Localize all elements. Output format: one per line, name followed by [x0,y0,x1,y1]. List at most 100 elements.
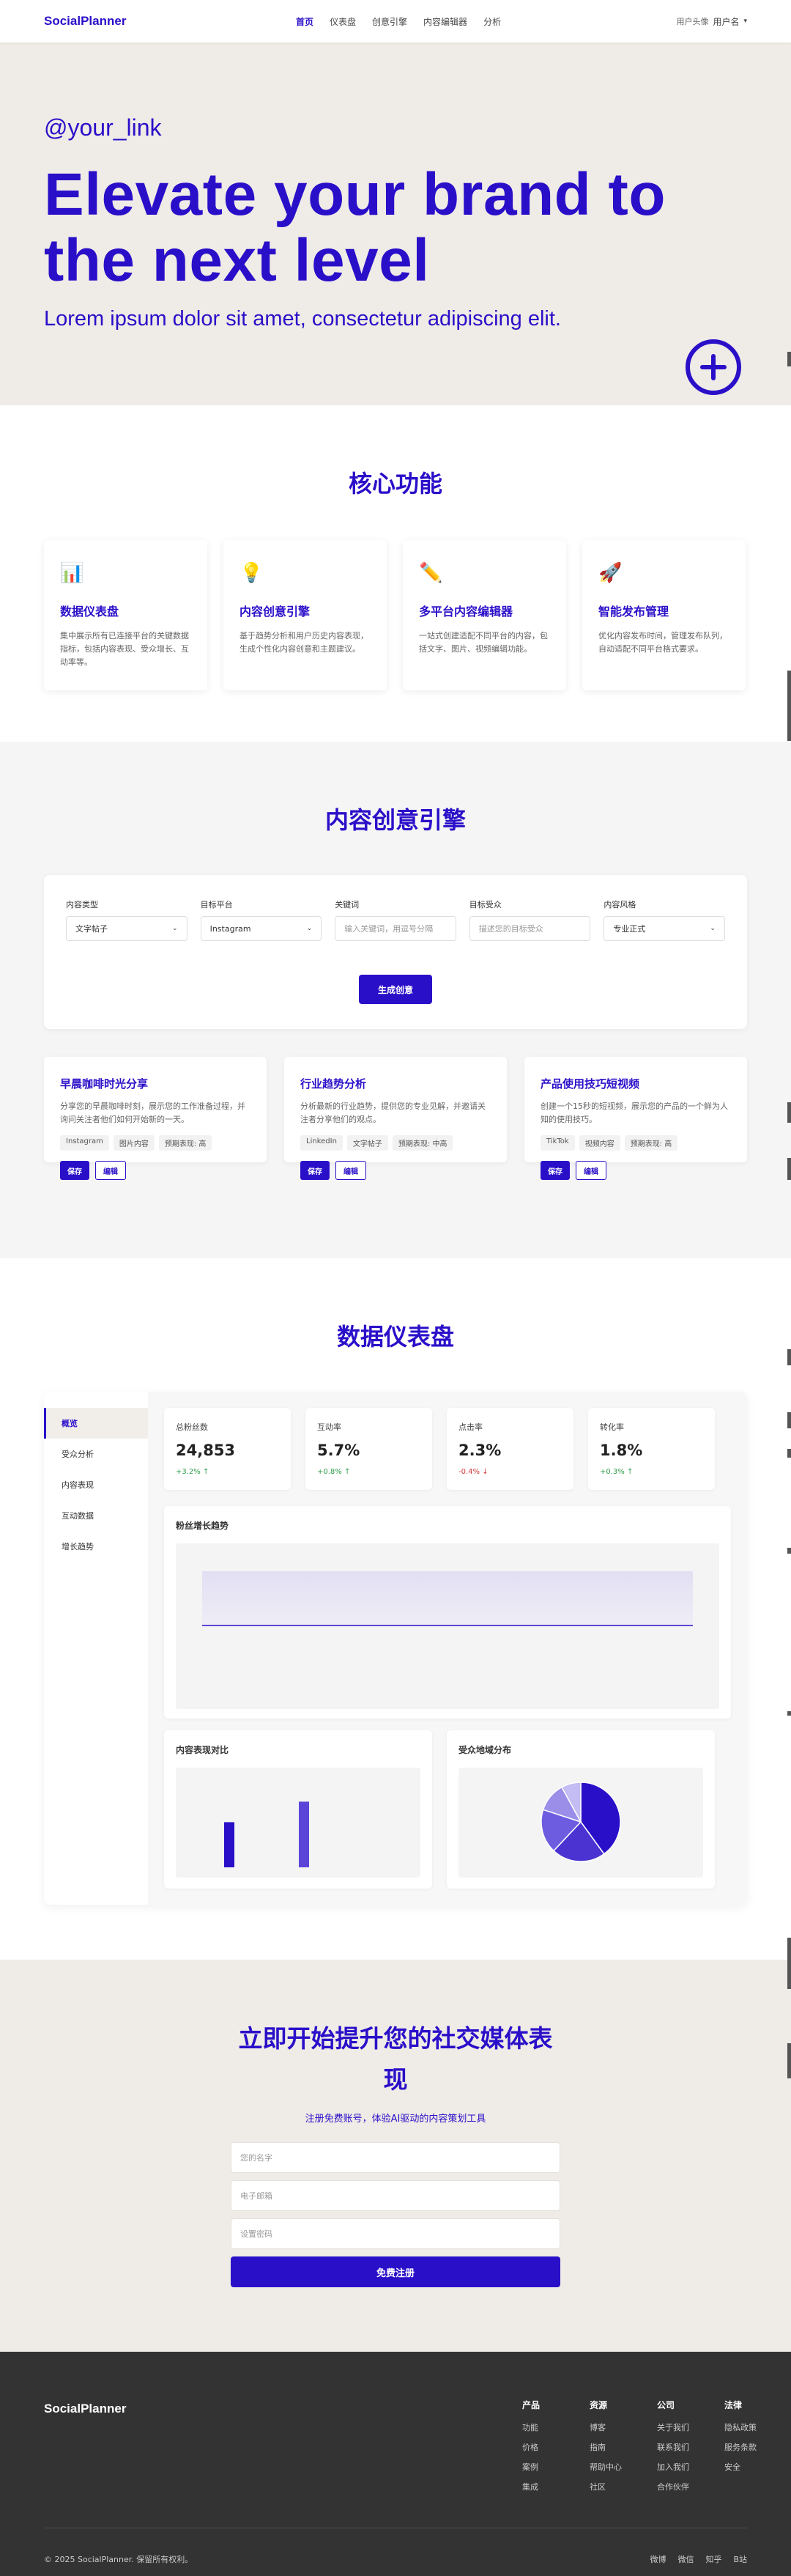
footer-link[interactable]: 帮助中心 [590,2461,657,2481]
logo[interactable]: SocialPlanner [44,14,126,29]
footer-col-product: 产品 功能 价格 案例 集成 [522,2399,590,2501]
footer-link[interactable]: 价格 [522,2441,590,2461]
save-button[interactable]: 保存 [541,1161,570,1180]
stat-value: 24,853 [176,1442,236,1459]
sidebar-item-content[interactable]: 内容表现 [44,1469,148,1500]
style-select[interactable]: 专业正式 ⌄ [604,916,725,941]
field-label: 关键词 [335,900,360,909]
edit-button[interactable]: 编辑 [576,1161,606,1180]
user-menu[interactable]: 用户头像 用户名 ▾ [676,0,747,43]
sidebar-item-audience[interactable]: 受众分析 [44,1439,148,1469]
footer-link[interactable]: 安全 [724,2461,791,2481]
scroll-mark [787,1938,791,1989]
audience-input[interactable]: 描述您的目标受众 [469,916,591,941]
content-type-field: 内容类型 文字帖子 ⌄ [66,898,187,941]
footer-link[interactable]: 隐私政策 [724,2421,791,2441]
tag: 预期表现: 高 [158,1135,212,1151]
keywords-input[interactable]: 输入关键词，用逗号分隔 [335,916,456,941]
nav-link-analytics[interactable]: 分析 [483,15,501,28]
footer-link[interactable]: 社区 [590,2481,657,2501]
edit-button[interactable]: 编辑 [95,1161,126,1180]
footer-link[interactable]: 服务条款 [724,2441,791,2461]
geo-chart-area [458,1768,703,1878]
chevron-down-icon: ⌄ [710,925,716,932]
footer-link[interactable]: 联系我们 [657,2441,724,2461]
geo-pie-chart [541,1782,621,1862]
field-label: 目标受众 [469,900,502,909]
features-grid: 📊 数据仪表盘 集中展示所有已连接平台的关键数据指标，包括内容表现、受众增长、互… [0,540,791,690]
nav-links: 首页 仪表盘 创意引擎 内容编辑器 分析 [296,0,501,43]
avatar[interactable]: 用户头像 [676,15,708,27]
chart-title: 内容表现对比 [176,1745,229,1755]
scroll-mark [787,352,791,366]
footer-link[interactable]: 指南 [590,2441,657,2461]
footer-link[interactable]: 案例 [522,2461,590,2481]
footer-link[interactable]: 关于我们 [657,2421,724,2441]
footer-link[interactable]: 加入我们 [657,2461,724,2481]
stat-label: 转化率 [600,1422,624,1432]
tag: 视频内容 [579,1135,620,1151]
social-link-wechat[interactable]: 微信 [677,2553,694,2565]
footer: SocialPlanner 产品 功能 价格 案例 集成 资源 博客 指南 帮助… [0,2352,791,2576]
chevron-down-icon[interactable]: ▾ [743,18,747,25]
name-input[interactable]: 您的名字 [231,2142,560,2173]
dashboard-main: 总粉丝数 24,853 +3.2% ↑ 互动率 5.7% +0.8% ↑ 点击率… [148,1392,747,1905]
social-link-weibo[interactable]: 微博 [650,2553,666,2565]
content-bar-chart [224,1801,309,1867]
chart-title: 粉丝增长趋势 [176,1521,229,1531]
scroll-mark [787,671,791,741]
save-button[interactable]: 保存 [60,1161,89,1180]
plus-circle-icon[interactable] [686,339,741,395]
social-link-bilibili[interactable]: B站 [733,2553,747,2565]
password-input[interactable]: 设置密码 [231,2218,560,2249]
growth-area [202,1571,693,1625]
nav-link-home[interactable]: 首页 [296,15,313,28]
edit-button[interactable]: 编辑 [335,1161,366,1180]
save-button[interactable]: 保存 [300,1161,330,1180]
email-input[interactable]: 电子邮箱 [231,2180,560,2211]
idea-title: 产品使用技巧短视频 [541,1077,640,1090]
generate-button[interactable]: 生成创意 [359,975,432,1004]
dashboard-section: 数据仪表盘 概览 受众分析 内容表现 互动数据 增长趋势 总粉丝数 24,853… [0,1258,791,1960]
social-link-zhihu[interactable]: 知乎 [705,2553,721,2565]
scroll-mark [787,1711,791,1716]
stat-label: 互动率 [317,1422,341,1432]
tag: Instagram [60,1135,109,1151]
footer-link[interactable]: 博客 [590,2421,657,2441]
geo-chart-card: 受众地域分布 [447,1730,715,1889]
stat-change: -0.4% ↓ [458,1468,489,1476]
scroll-mark [787,1102,791,1123]
footer-logo[interactable]: SocialPlanner [44,2402,126,2416]
idea-title: 早晨咖啡时光分享 [60,1077,149,1090]
scroll-mark [787,1548,791,1554]
username[interactable]: 用户名 [713,15,739,28]
footer-link[interactable]: 集成 [522,2481,590,2501]
footer-columns: 产品 功能 价格 案例 集成 资源 博客 指南 帮助中心 社区 公司 关于我们 … [522,2399,791,2501]
stat-value: 1.8% [600,1442,643,1459]
top-nav: SocialPlanner 首页 仪表盘 创意引擎 内容编辑器 分析 用户头像 … [0,0,791,43]
stat-card: 互动率 5.7% +0.8% ↑ [305,1408,432,1490]
content-type-select[interactable]: 文字帖子 ⌄ [66,916,187,941]
nav-link-idea-engine[interactable]: 创意引擎 [372,15,407,28]
platform-field: 目标平台 Instagram ⌄ [200,898,322,941]
stat-card: 点击率 2.3% -0.4% ↓ [447,1408,573,1490]
growth-chart [202,1571,693,1626]
feature-card: 💡 内容创意引擎 基于趋势分析和用户历史内容表现，生成个性化内容创意和主题建议。 [223,540,387,690]
footer-link[interactable]: 功能 [522,2421,590,2441]
stat-label: 点击率 [458,1422,483,1432]
signup-button[interactable]: 免费注册 [231,2256,560,2287]
feature-card: 📊 数据仪表盘 集中展示所有已连接平台的关键数据指标，包括内容表现、受众增长、互… [44,540,207,690]
nav-link-dashboard[interactable]: 仪表盘 [330,15,356,28]
sidebar-item-engagement[interactable]: 互动数据 [44,1500,148,1531]
sidebar-item-growth[interactable]: 增长趋势 [44,1531,148,1562]
tag: TikTok [541,1135,575,1151]
platform-select[interactable]: Instagram ⌄ [200,916,322,941]
idea-title: 行业趋势分析 [300,1077,367,1090]
footer-col-resources: 资源 博客 指南 帮助中心 社区 [590,2399,657,2501]
hero-subtitle: Lorem ipsum dolor sit amet, consectetur … [44,307,561,331]
tag: 预期表现: 中高 [392,1135,453,1151]
signup-section: 立即开始提升您的社交媒体表现 注册免费账号，体验AI驱动的内容策划工具 您的名字… [0,1938,791,2352]
sidebar-item-overview[interactable]: 概览 [44,1408,148,1439]
footer-link[interactable]: 合作伙伴 [657,2481,724,2501]
nav-link-editor[interactable]: 内容编辑器 [423,15,467,28]
